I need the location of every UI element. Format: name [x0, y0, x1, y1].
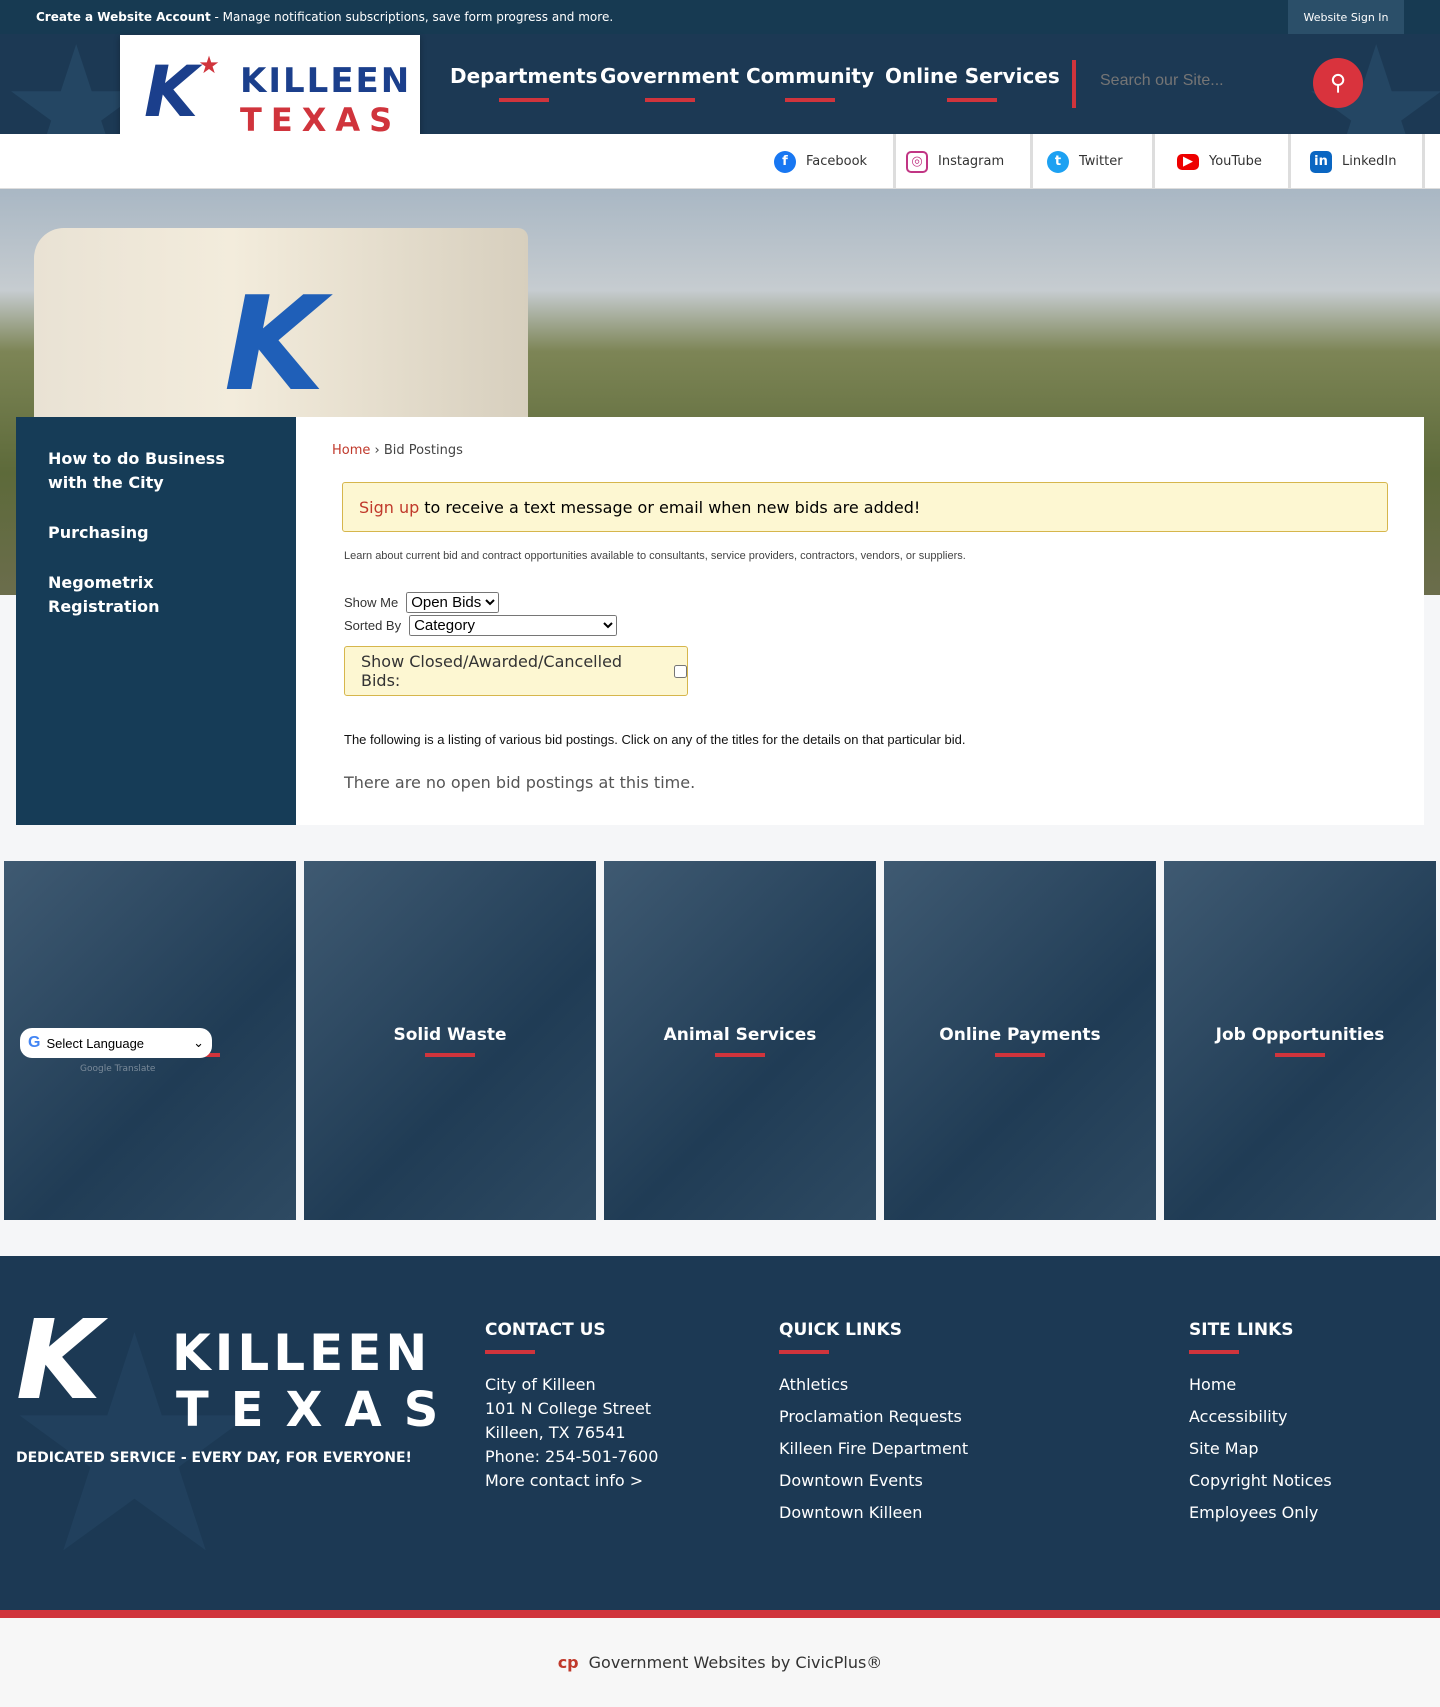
footer-tagline: DEDICATED SERVICE - EVERY DAY, FOR EVERY…	[16, 1450, 412, 1466]
tile-label: Online Payments	[939, 1025, 1100, 1057]
sorted-by-label: Sorted By	[344, 618, 402, 633]
search-icon: ⚲	[1329, 70, 1347, 96]
breadcrumb-home[interactable]: Home	[332, 443, 370, 458]
social-label: Facebook	[806, 154, 868, 169]
contact-heading: CONTACT US	[485, 1320, 606, 1354]
nav-government[interactable]: Government	[600, 64, 739, 102]
social-label: LinkedIn	[1342, 154, 1397, 169]
twitter-icon: t	[1047, 150, 1069, 173]
site-link[interactable]: Employees Only	[1189, 1497, 1332, 1529]
site-links-heading: SITE LINKS	[1189, 1320, 1294, 1354]
show-me-label: Show Me	[344, 595, 399, 610]
tile-online-payments[interactable]: Online Payments	[884, 861, 1156, 1220]
signup-alert: Sign up to receive a text message or emai…	[342, 482, 1388, 532]
civicplus-icon: cp	[557, 1653, 579, 1672]
contact-line: 101 N College Street	[485, 1399, 652, 1418]
social-facebook[interactable]: f Facebook	[774, 134, 897, 189]
quick-link[interactable]: Killeen Fire Department	[779, 1433, 968, 1465]
sidebar: How to do Business with the City Purchas…	[16, 417, 296, 825]
social-label: Twitter	[1079, 154, 1123, 169]
quick-link[interactable]: Proclamation Requests	[779, 1401, 968, 1433]
footer-logo-icon: K	[16, 1296, 102, 1424]
footer-logo-text-2: TEXAS	[176, 1382, 461, 1438]
nav-online-services[interactable]: Online Services	[885, 64, 1060, 102]
social-youtube[interactable]: ▶ YouTube	[1177, 134, 1291, 189]
closed-bids-checkbox[interactable]	[674, 664, 687, 678]
quick-links: Athletics Proclamation Requests Killeen …	[779, 1369, 968, 1529]
linkedin-icon: in	[1310, 150, 1332, 173]
closed-bids-box: Show Closed/Awarded/Cancelled Bids:	[344, 646, 688, 696]
sidebar-item-purchasing[interactable]: Purchasing	[48, 521, 264, 545]
main-content: Home › Bid Postings Sign up to receive a …	[296, 417, 1424, 825]
closed-bids-label: Show Closed/Awarded/Cancelled Bids:	[361, 652, 623, 690]
site-links: Home Accessibility Site Map Copyright No…	[1189, 1369, 1332, 1529]
nav-departments[interactable]: Departments	[450, 64, 598, 102]
intro-text: Learn about current bid and contract opp…	[344, 550, 966, 562]
sidebar-item-negometrix[interactable]: Negometrix Registration	[48, 571, 264, 619]
google-icon: G	[28, 1034, 41, 1051]
language-select[interactable]: G Select Language ⌄	[20, 1028, 212, 1058]
breadcrumb-current: Bid Postings	[383, 443, 463, 458]
social-instagram[interactable]: ◎ Instagram	[906, 134, 1034, 189]
site-link[interactable]: Accessibility	[1189, 1401, 1332, 1433]
show-me-row: Show Me Open Bids	[344, 592, 1388, 613]
tile-solid-waste[interactable]: Solid Waste	[304, 861, 596, 1220]
contact-info: City of Killeen 101 N College Street Kil…	[485, 1373, 658, 1493]
show-me-select[interactable]: Open Bids	[406, 592, 500, 613]
facebook-icon: f	[774, 150, 796, 173]
search-input[interactable]	[1100, 72, 1280, 90]
youtube-icon: ▶	[1177, 153, 1199, 170]
contact-line: Killeen, TX 76541	[485, 1423, 626, 1442]
contact-line: City of Killeen	[485, 1375, 596, 1394]
tower-logo-icon: K	[224, 268, 325, 420]
more-contact-link[interactable]: More contact info >	[485, 1469, 658, 1493]
instagram-icon: ◎	[906, 150, 928, 173]
language-label: Select Language	[46, 1035, 145, 1051]
tile-label: Job Opportunities	[1216, 1025, 1385, 1057]
tile-animal-services[interactable]: Animal Services	[604, 861, 876, 1220]
breadcrumb: Home › Bid Postings	[332, 443, 463, 458]
footer-divider	[0, 1610, 1440, 1618]
credit-bar: cp Government Websites by CivicPlus®	[0, 1618, 1440, 1707]
nav-community[interactable]: Community	[746, 64, 874, 102]
alert-text: to receive a text message or email when …	[424, 497, 921, 517]
footer-logo-text-1: KILLEEN	[172, 1324, 432, 1382]
social-label: Instagram	[938, 154, 1005, 169]
contact-phone: Phone: 254-501-7600	[485, 1447, 659, 1466]
top-bar: Create a Website Account - Manage notifi…	[0, 0, 1440, 34]
site-link[interactable]: Site Map	[1189, 1433, 1332, 1465]
civicplus-link[interactable]: Government Websites by CivicPlus®	[589, 1653, 883, 1672]
chevron-down-icon: ⌄	[193, 1035, 204, 1050]
tile-job-opportunities[interactable]: Job Opportunities	[1164, 861, 1436, 1220]
logo-k-icon: K★	[144, 51, 220, 133]
quick-link[interactable]: Athletics	[779, 1369, 968, 1401]
listing-note: The following is a listing of various bi…	[344, 732, 966, 747]
empty-message: There are no open bid postings at this t…	[344, 773, 696, 792]
quick-link[interactable]: Downtown Events	[779, 1465, 968, 1497]
sorted-by-select[interactable]: Category	[409, 615, 618, 636]
tile-label: Animal Services	[664, 1025, 817, 1057]
quick-link[interactable]: Downtown Killeen	[779, 1497, 968, 1529]
google-translate-credit: Google Translate	[80, 1064, 156, 1074]
tile-label: Solid Waste	[393, 1025, 506, 1057]
social-label: YouTube	[1209, 154, 1262, 169]
site-link[interactable]: Copyright Notices	[1189, 1465, 1332, 1497]
quick-links-heading: QUICK LINKS	[779, 1320, 902, 1354]
social-linkedin[interactable]: in LinkedIn	[1310, 134, 1426, 189]
sidebar-item-business[interactable]: How to do Business with the City	[48, 447, 264, 495]
create-account-desc: - Manage notification subscriptions, sav…	[210, 10, 614, 24]
logo-text-1: KILLEEN	[240, 61, 412, 101]
site-link[interactable]: Home	[1189, 1369, 1332, 1401]
search-divider	[1072, 60, 1076, 108]
search-button[interactable]: ⚲	[1313, 58, 1363, 108]
signup-link[interactable]: Sign up	[359, 498, 419, 517]
sorted-by-row: Sorted By Category	[344, 615, 1388, 636]
social-twitter[interactable]: t Twitter	[1047, 134, 1155, 189]
